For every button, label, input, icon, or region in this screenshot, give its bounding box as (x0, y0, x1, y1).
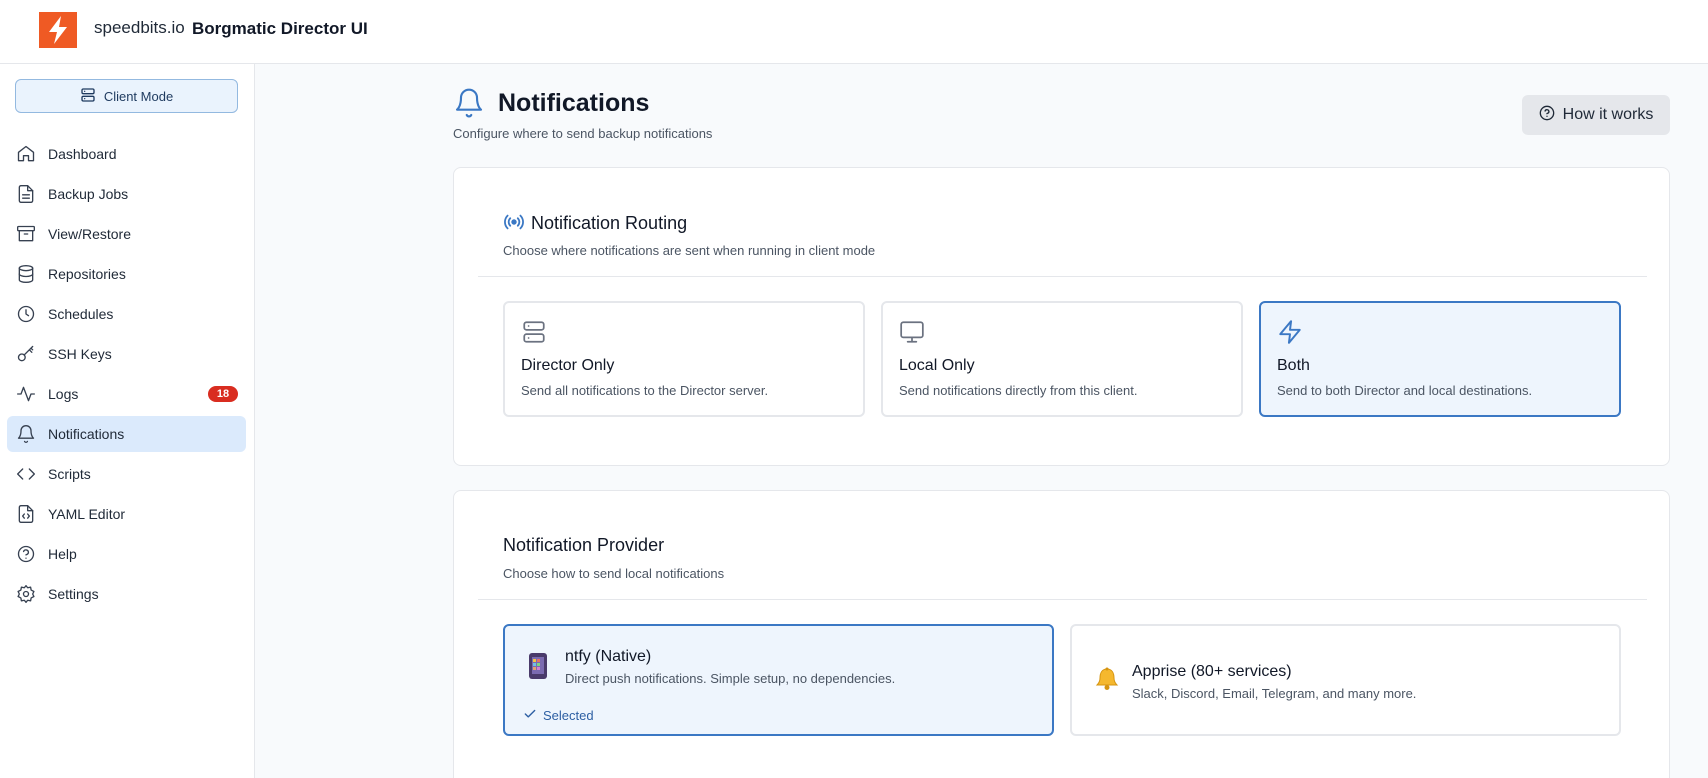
selected-indicator: Selected (523, 707, 594, 724)
mobile-phone-icon (527, 652, 555, 680)
option-title: Director Only (521, 357, 615, 374)
routing-title: Notification Routing (531, 213, 688, 233)
provider-subtitle: Choose how to send local notifications (503, 566, 725, 581)
sidebar-item-backup-jobs[interactable]: Backup Jobs (7, 176, 246, 212)
sidebar-item-ssh-keys[interactable]: SSH Keys (7, 336, 246, 372)
file-code-icon (15, 503, 37, 525)
home-icon (15, 143, 37, 165)
provider-option-apprise[interactable]: Apprise (80+ services) Slack, Discord, E… (1070, 624, 1621, 736)
routing-card: Notification Routing Choose where notifi… (453, 167, 1670, 466)
client-mode-button[interactable]: Client Mode (15, 79, 238, 113)
sidebar-item-label: Settings (48, 586, 99, 602)
sidebar-item-label: SSH Keys (48, 346, 112, 362)
sidebar-item-label: Repositories (48, 266, 126, 282)
help-circle-icon (1539, 105, 1555, 126)
key-icon (15, 343, 37, 365)
sidebar-item-label: Backup Jobs (48, 186, 129, 202)
monitor-icon (899, 319, 925, 345)
bell-icon (15, 423, 37, 445)
page-subtitle: Configure where to send backup notificat… (453, 126, 713, 141)
how-it-works-button[interactable]: How it works (1522, 95, 1670, 135)
option-description: Send to both Director and local destinat… (1277, 383, 1533, 398)
sidebar-item-yaml-editor[interactable]: YAML Editor (7, 496, 246, 532)
sidebar-item-notifications[interactable]: Notifications (7, 416, 246, 452)
sidebar: Client Mode Dashboard Backup Jobs View/R… (0, 64, 255, 778)
option-description: Send notifications directly from this cl… (899, 383, 1138, 398)
database-icon (15, 263, 37, 285)
logs-count-badge: 18 (208, 386, 238, 402)
activity-icon (15, 383, 37, 405)
app-title: Borgmatic Director UI (192, 19, 368, 38)
sidebar-item-dashboard[interactable]: Dashboard (7, 136, 246, 172)
option-description: Direct push notifications. Simple setup,… (565, 671, 896, 686)
lightning-bolt-icon[interactable] (39, 12, 77, 48)
how-it-works-label: How it works (1562, 106, 1654, 123)
sidebar-item-settings[interactable]: Settings (7, 576, 246, 612)
sidebar-item-schedules[interactable]: Schedules (7, 296, 246, 332)
zap-icon (1277, 319, 1303, 345)
clock-icon (15, 303, 37, 325)
code-icon (15, 463, 37, 485)
provider-option-ntfy[interactable]: ntfy (Native) Direct push notifications.… (503, 624, 1054, 736)
server-icon (521, 319, 547, 345)
routing-subtitle: Choose where notifications are sent when… (503, 243, 876, 258)
top-bar: speedbits.io Borgmatic Director UI (0, 0, 1708, 64)
sidebar-item-label: Schedules (48, 306, 114, 322)
archive-icon (15, 223, 37, 245)
bell-emoji-icon (1094, 666, 1122, 694)
broadcast-icon (503, 213, 525, 236)
sidebar-item-label: View/Restore (48, 226, 132, 242)
sidebar-item-label: Dashboard (48, 146, 117, 162)
sidebar-item-label: Help (48, 546, 77, 562)
provider-title: Notification Provider (503, 535, 665, 555)
sidebar-item-help[interactable]: Help (7, 536, 246, 572)
page-title: Notifications (498, 89, 650, 117)
sidebar-item-label: Scripts (48, 466, 91, 482)
routing-option-both[interactable]: Both Send to both Director and local des… (1259, 301, 1621, 417)
option-title: Local Only (899, 357, 975, 374)
divider (478, 276, 1647, 277)
divider (478, 599, 1647, 600)
file-icon (15, 183, 37, 205)
sidebar-item-label: YAML Editor (48, 506, 126, 522)
gear-icon (15, 583, 37, 605)
sidebar-item-scripts[interactable]: Scripts (7, 456, 246, 492)
option-description: Send all notifications to the Director s… (521, 383, 769, 398)
option-title: ntfy (Native) (565, 648, 652, 665)
selected-label: Selected (543, 708, 594, 723)
routing-option-local-only[interactable]: Local Only Send notifications directly f… (881, 301, 1243, 417)
option-description: Slack, Discord, Email, Telegram, and man… (1132, 686, 1417, 701)
check-icon (523, 707, 537, 724)
option-title: Apprise (80+ services) (1132, 663, 1292, 680)
sidebar-item-label: Logs (48, 386, 79, 402)
sidebar-item-logs[interactable]: Logs 18 (7, 376, 246, 412)
option-title: Both (1277, 357, 1310, 374)
sidebar-item-view-restore[interactable]: View/Restore (7, 216, 246, 252)
provider-card: Notification Provider Choose how to send… (453, 490, 1670, 778)
bell-icon (453, 87, 485, 119)
help-circle-icon (15, 543, 37, 565)
brand-name: speedbits.io (94, 18, 185, 37)
routing-option-director-only[interactable]: Director Only Send all notifications to … (503, 301, 865, 417)
client-mode-label: Client Mode (103, 88, 174, 104)
sidebar-nav: Dashboard Backup Jobs View/Restore Repos… (7, 136, 246, 616)
sidebar-item-repositories[interactable]: Repositories (7, 256, 246, 292)
sidebar-item-label: Notifications (48, 426, 125, 442)
server-icon (80, 87, 96, 106)
